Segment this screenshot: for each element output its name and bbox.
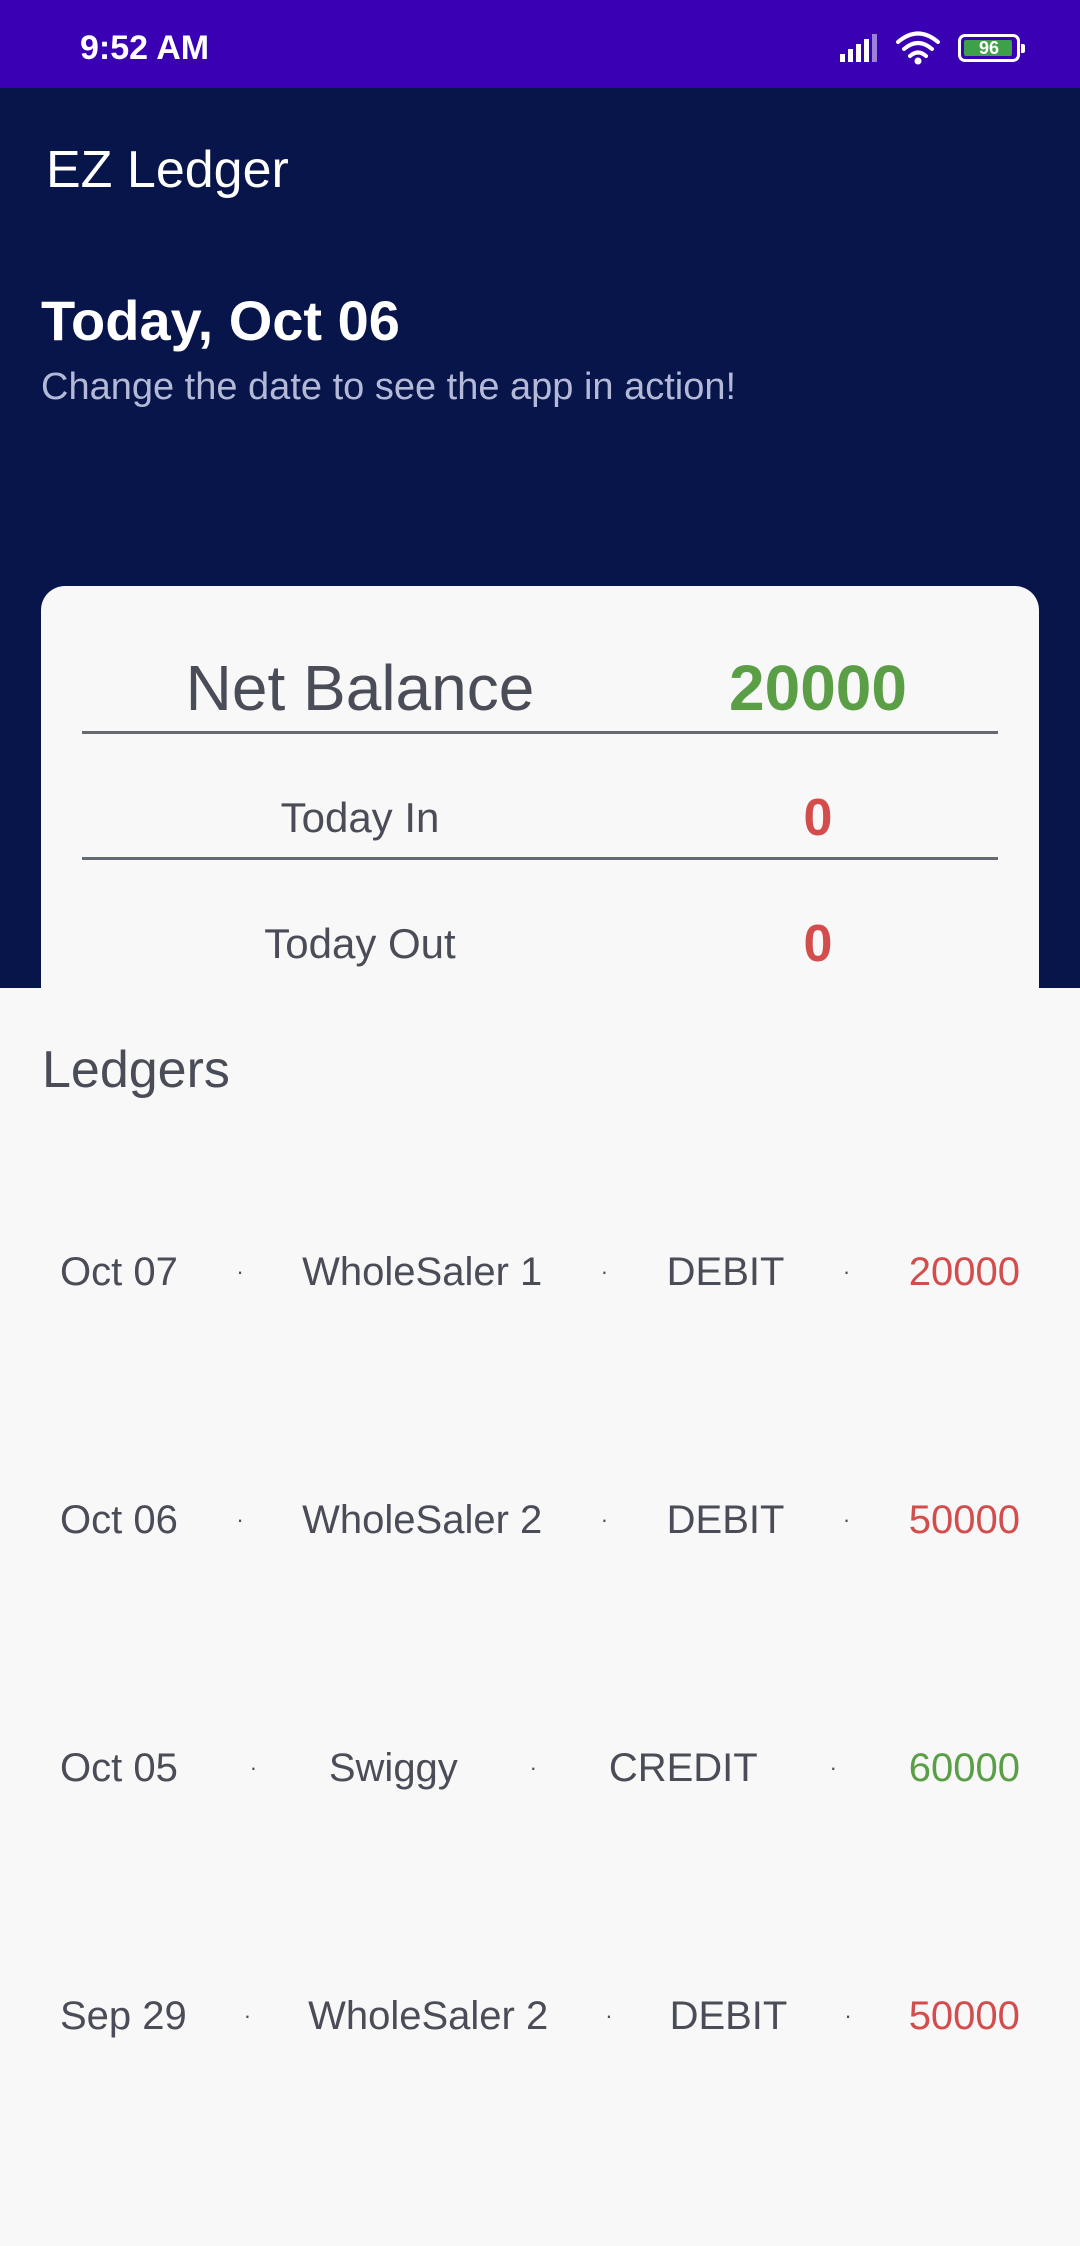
- ledger-party: WholeSaler 2: [308, 1993, 549, 2038]
- ledger-amount: 60000: [908, 1745, 1020, 1790]
- header: EZ Ledger Today, Oct 06 Change the date …: [0, 88, 1080, 1034]
- battery-icon: 96: [958, 34, 1025, 62]
- separator-dot: ·: [842, 1259, 851, 1284]
- ledger-type: CREDIT: [608, 1745, 758, 1790]
- ledger-item[interactable]: Oct 06 · WholeSaler 2 · DEBIT · 50000: [60, 1460, 1020, 1580]
- date-title: Today, Oct 06: [41, 289, 400, 352]
- net-balance-row: Net Balance 20000: [82, 646, 998, 734]
- separator-dot: ·: [605, 2003, 613, 2028]
- today-out-label: Today Out: [264, 920, 456, 967]
- separator-dot: ·: [243, 2003, 252, 2028]
- separator-dot: ·: [236, 1259, 244, 1284]
- today-out-row: Today Out 0: [82, 860, 998, 984]
- ledger-amount: 50000: [908, 1497, 1020, 1542]
- net-balance-label: Net Balance: [185, 652, 535, 724]
- separator-dot: ·: [600, 1259, 609, 1284]
- separator-dot: ·: [829, 1755, 837, 1780]
- ledger-item[interactable]: Oct 07 · WholeSaler 1 · DEBIT · 20000: [60, 1212, 1020, 1332]
- ledger-amount: 50000: [908, 1993, 1020, 2038]
- ledger-date: Sep 29: [60, 1993, 187, 2038]
- status-icons: 96: [838, 28, 1025, 68]
- ledger-party: WholeSaler 2: [302, 1497, 543, 1542]
- separator-dot: ·: [529, 1755, 537, 1780]
- today-out-value: 0: [803, 915, 833, 973]
- ledger-party: Swiggy: [328, 1745, 458, 1790]
- ledger-date: Oct 07: [60, 1249, 178, 1294]
- today-in-value: 0: [803, 789, 833, 847]
- battery-tip: [1021, 44, 1025, 53]
- ledgers-title: Ledgers: [42, 1041, 230, 1099]
- ledger-type: DEBIT: [666, 1249, 785, 1294]
- date-subtitle: Change the date to see the app in action…: [41, 366, 737, 408]
- net-balance-value: 20000: [729, 652, 907, 724]
- app-title: EZ Ledger: [46, 141, 289, 199]
- ledger-type: DEBIT: [669, 1993, 788, 2038]
- ledger-item[interactable]: Sep 29 · WholeSaler 2 · DEBIT · 50000: [60, 1956, 1020, 2076]
- separator-dot: ·: [844, 2003, 852, 2028]
- ledger-date: Oct 06: [60, 1497, 178, 1542]
- separator-dot: ·: [842, 1507, 851, 1532]
- status-bar: 9:52 AM 96: [0, 0, 1080, 88]
- separator-dot: ·: [236, 1507, 244, 1532]
- separator-dot: ·: [600, 1507, 609, 1532]
- signal-icon: [840, 34, 877, 62]
- battery-level: 96: [978, 38, 1000, 58]
- today-in-row: Today In 0: [82, 736, 998, 860]
- status-time: 9:52 AM: [80, 29, 210, 67]
- wifi-icon: [896, 31, 940, 65]
- ledger-amount: 20000: [908, 1249, 1020, 1294]
- today-in-label: Today In: [280, 794, 440, 841]
- ledger-party: WholeSaler 1: [302, 1249, 543, 1294]
- separator-dot: ·: [249, 1755, 258, 1780]
- ledger-item[interactable]: Oct 05 · Swiggy · CREDIT · 60000: [60, 1708, 1020, 1828]
- ledger-date: Oct 05: [60, 1745, 178, 1790]
- ledger-type: DEBIT: [666, 1497, 785, 1542]
- balance-card: Net Balance 20000 Today In 0 Today Out 0: [41, 586, 1039, 1034]
